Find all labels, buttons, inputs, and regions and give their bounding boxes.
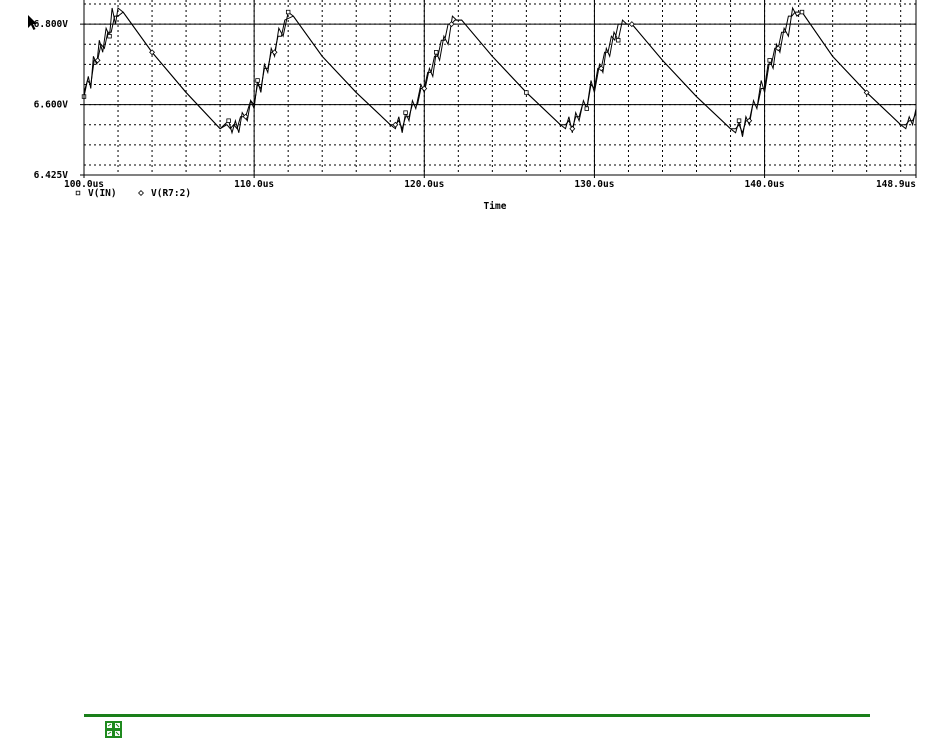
series-0-marker xyxy=(285,9,291,15)
minor-gridlines xyxy=(84,0,916,175)
legend[interactable]: V(IN) V(R7:2) xyxy=(75,188,191,199)
legend-marker xyxy=(75,190,81,196)
series-line-0 xyxy=(83,6,917,137)
legend-item[interactable]: V(R7:2) xyxy=(138,188,191,199)
x-tick-label: 130.0us xyxy=(574,179,614,190)
series-0-marker xyxy=(226,118,231,123)
plot-area-frame xyxy=(83,0,917,176)
legend-label: V(R7:2) xyxy=(151,188,191,199)
ac-adapter-icon[interactable] xyxy=(105,721,122,738)
legend-marker xyxy=(138,190,144,196)
series-line-1 xyxy=(83,11,917,135)
series-1-marker xyxy=(746,117,753,124)
y-tick-label: 6.600V xyxy=(34,100,69,111)
series-traces xyxy=(83,6,917,137)
footer-divider xyxy=(84,714,870,717)
series-0-marker xyxy=(255,78,260,83)
x-tick-label: 140.0us xyxy=(745,179,785,190)
series-0-marker xyxy=(107,34,112,39)
series-0-marker xyxy=(584,106,589,111)
x-tick-label: 120.0us xyxy=(404,179,444,190)
series-0-marker xyxy=(736,118,742,123)
waveform-plot: 100.0us 110.0us 120.0us 130.0us 140.0us 148.9… xyxy=(28,0,917,212)
x-axis-label: Time xyxy=(484,201,507,212)
major-gridlines xyxy=(80,0,917,178)
series-0-marker xyxy=(767,58,772,63)
series-1-marker xyxy=(271,49,278,56)
series-0-marker xyxy=(524,90,529,95)
y-tick-label: 6.425V xyxy=(34,170,69,181)
y-tick-label: 6.800V xyxy=(34,19,69,30)
x-tick-label: 148.9us xyxy=(876,179,916,190)
series-0-marker xyxy=(433,50,439,55)
legend-label: V(IN) xyxy=(88,188,117,199)
series-0-marker xyxy=(403,110,408,115)
series-0-marker xyxy=(616,38,621,43)
x-tick-label: 110.0us xyxy=(234,179,274,190)
series-0-marker xyxy=(799,9,805,15)
